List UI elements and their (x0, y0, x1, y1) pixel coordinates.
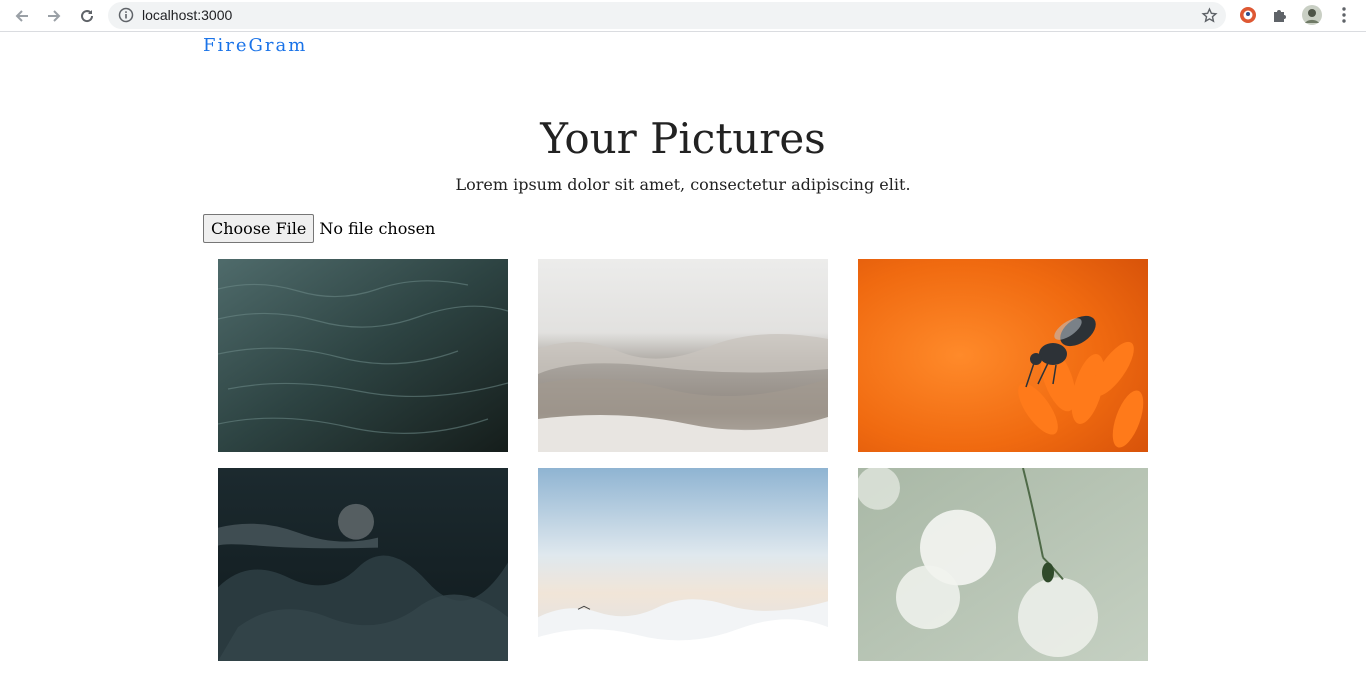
page-title: Your Pictures (540, 114, 826, 163)
bookmark-star-icon[interactable] (1201, 7, 1218, 24)
brand-logo-title[interactable]: FireGram (203, 35, 307, 56)
choose-file-button[interactable]: Choose File (203, 214, 315, 243)
gallery-image-clouds[interactable] (538, 468, 828, 661)
page-subtitle: Lorem ipsum dolor sit amet, consectetur … (455, 175, 911, 194)
duckduckgo-extension-icon[interactable] (1238, 5, 1258, 25)
gallery-image-ocean[interactable] (218, 259, 508, 452)
extensions-puzzle-icon[interactable] (1270, 5, 1290, 25)
address-url[interactable]: localhost:3000 (142, 7, 232, 23)
reload-icon[interactable] (75, 4, 99, 28)
menu-kebab-icon[interactable] (1334, 5, 1354, 25)
gallery-image-white-flowers[interactable] (858, 468, 1148, 661)
gallery-image-bee-flower[interactable] (858, 259, 1148, 452)
address-bar[interactable]: localhost:3000 (108, 2, 1226, 29)
forward-arrow-icon[interactable] (42, 4, 66, 28)
picture-gallery (218, 259, 1148, 661)
profile-avatar-icon[interactable] (1302, 5, 1322, 25)
file-status-text: No file chosen (319, 219, 436, 238)
file-upload: Choose File No file chosen (203, 214, 435, 243)
gallery-image-rocks[interactable] (218, 468, 508, 661)
gallery-image-waves[interactable] (538, 259, 828, 452)
back-arrow-icon[interactable] (10, 4, 34, 28)
site-info-icon[interactable] (118, 7, 134, 23)
browser-toolbar: localhost:3000 (0, 0, 1366, 32)
